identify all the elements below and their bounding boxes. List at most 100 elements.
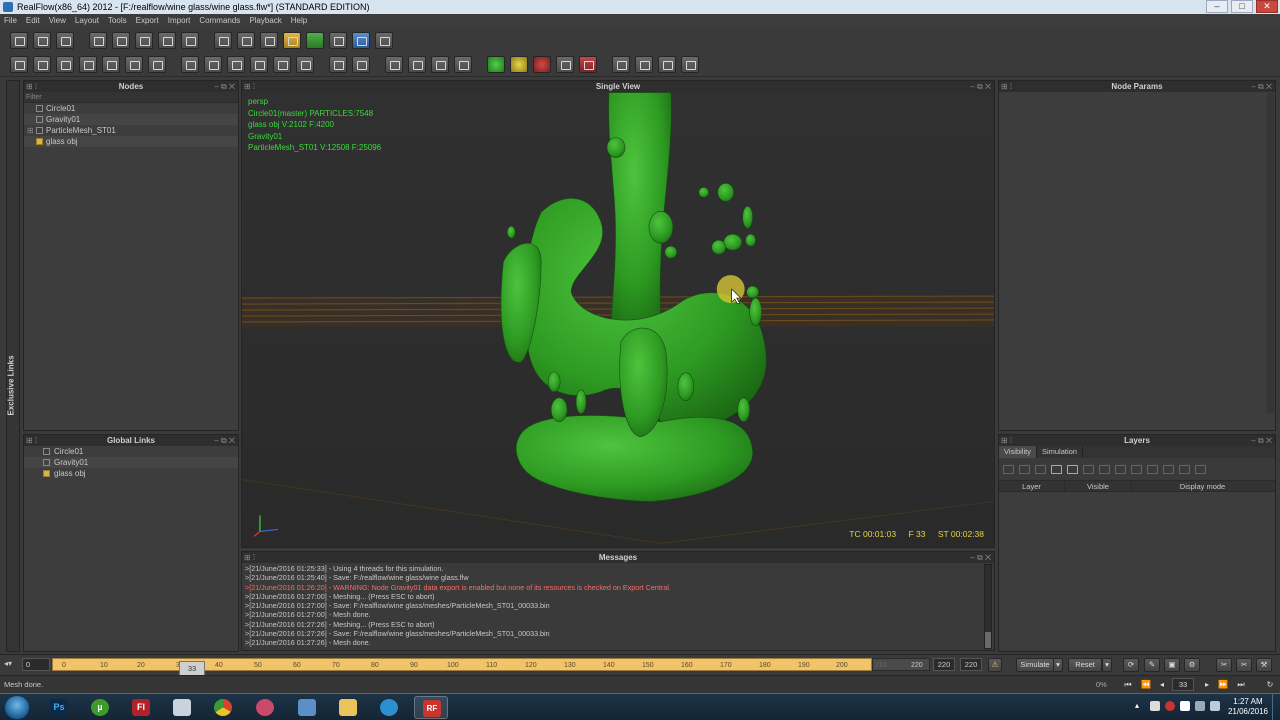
loop-icon[interactable]: ↻ <box>1264 678 1276 691</box>
node-item-circle01[interactable]: Circle01 <box>24 103 238 114</box>
scrollbar-thumb[interactable] <box>985 632 991 648</box>
menu-edit[interactable]: Edit <box>26 14 40 27</box>
close-button[interactable]: ✕ <box>1256 0 1278 13</box>
export-green-icon[interactable] <box>556 55 574 73</box>
camera-icon[interactable] <box>329 31 347 49</box>
simulate-button[interactable]: Simulate <box>1016 658 1054 672</box>
layout-icon-4[interactable] <box>79 55 97 73</box>
taskbar-photoshop[interactable]: Ps <box>42 696 76 719</box>
render-icon[interactable]: ▣ <box>1164 658 1180 672</box>
curve-icon[interactable] <box>204 55 222 73</box>
step-back-icon[interactable]: ⏪ <box>1140 678 1152 691</box>
add-to-layer-icon[interactable] <box>1019 464 1030 474</box>
taskbar-explorer[interactable] <box>331 696 365 719</box>
scale-tool-icon[interactable] <box>158 31 176 49</box>
wave-icon[interactable] <box>352 31 370 49</box>
render-icon-2[interactable] <box>635 55 653 73</box>
settings-icon[interactable]: ⚙ <box>1184 658 1200 672</box>
panel-controls-icon[interactable]: – ⧉ ✕ <box>970 552 991 563</box>
taskbar-flash[interactable]: Fl <box>124 696 158 719</box>
tools-icon[interactable] <box>296 55 314 73</box>
current-frame-field[interactable]: 33 <box>1172 678 1194 691</box>
node-params-scrollbar[interactable] <box>1267 93 1274 413</box>
node-item-gravity01[interactable]: Gravity01 <box>24 114 238 125</box>
node-item-particlemesh[interactable]: ⊞ ParticleMesh_ST01 <box>24 125 238 136</box>
select-tool-icon[interactable] <box>89 31 107 49</box>
single-view-viewport[interactable]: ⊞ ⁞ Single View – ⧉ ✕ persp Circle01(mas… <box>241 80 995 548</box>
layer-options-icon[interactable] <box>1067 464 1078 474</box>
timeline-ruler[interactable]: 0 10 20 30 40 50 60 70 80 90 100 110 120… <box>52 658 872 676</box>
tray-flag-icon[interactable] <box>1180 701 1190 711</box>
gear-icon[interactable] <box>250 55 268 73</box>
render-icon-1[interactable] <box>612 55 630 73</box>
layer-tool-icon[interactable] <box>1179 464 1190 474</box>
tool-icon-c[interactable]: ⚒ <box>1256 658 1272 672</box>
layout-icon-7[interactable] <box>148 55 166 73</box>
timeline-start-field[interactable]: 0 <box>22 658 50 671</box>
layout-icon-6[interactable] <box>125 55 143 73</box>
menu-layout[interactable]: Layout <box>75 14 99 27</box>
node-item-glass-obj[interactable]: glass obj <box>24 136 238 147</box>
snap-tool-icon[interactable] <box>181 31 199 49</box>
object-icon[interactable] <box>260 31 278 49</box>
messages-scrollbar[interactable] <box>984 564 992 649</box>
save-scene-icon[interactable] <box>56 31 74 49</box>
refresh-icon[interactable]: ⟳ <box>1123 658 1139 672</box>
layout-icon-1[interactable] <box>10 55 28 73</box>
export-red-icon[interactable] <box>579 55 597 73</box>
panel-grip-icon[interactable]: ⊞ ⁞ <box>1001 81 1012 92</box>
panel-grip-icon[interactable]: ⊞ ⁞ <box>1001 435 1012 446</box>
taskbar-realflow[interactable]: RF <box>414 696 448 719</box>
reset-button[interactable]: Reset <box>1068 658 1102 672</box>
panel-grip-icon[interactable]: ⊞ ⁞ <box>26 435 37 446</box>
layer-tool-icon[interactable] <box>1163 464 1174 474</box>
view-icon-1[interactable] <box>329 55 347 73</box>
layer-tool-icon[interactable] <box>1147 464 1158 474</box>
cube-icon[interactable] <box>283 31 301 49</box>
script-icon[interactable] <box>181 55 199 73</box>
link-item-circle01[interactable]: Circle01 <box>24 446 238 457</box>
open-scene-icon[interactable] <box>33 31 51 49</box>
column-layer[interactable]: Layer <box>999 481 1065 491</box>
layout-icon-3[interactable] <box>56 55 74 73</box>
taskbar-chrome[interactable] <box>206 696 240 719</box>
menu-tools[interactable]: Tools <box>108 14 127 27</box>
panel-icon-3[interactable] <box>431 55 449 73</box>
menu-help[interactable]: Help <box>291 14 307 27</box>
layer-tool-icon[interactable] <box>1131 464 1142 474</box>
tray-arrow-icon[interactable]: ▴ <box>1135 701 1145 711</box>
panel-controls-icon[interactable]: – ⧉ ✕ <box>214 81 235 92</box>
panel-grip-icon[interactable]: ⊞ ⁞ <box>244 81 255 92</box>
timeline-total-end-field[interactable]: 220 <box>960 658 982 671</box>
timeline-lock-icon[interactable]: ⚠ <box>988 658 1002 672</box>
minimize-button[interactable]: – <box>1206 0 1228 13</box>
menu-import[interactable]: Import <box>168 14 191 27</box>
timeline-range-end-field[interactable]: 220 <box>933 658 955 671</box>
layer-tool-icon[interactable] <box>1195 464 1206 474</box>
render-icon-3[interactable] <box>658 55 676 73</box>
tab-visibility[interactable]: Visibility <box>999 446 1037 458</box>
yellow-sphere-icon[interactable] <box>510 55 528 73</box>
tray-app-icon[interactable] <box>1150 701 1160 711</box>
nodes-filter-input[interactable]: Filter <box>24 92 238 103</box>
link-item-glass-obj[interactable]: glass obj <box>24 468 238 479</box>
taskbar-utorrent[interactable]: µ <box>83 696 117 719</box>
new-layer-icon[interactable] <box>1003 464 1014 474</box>
timeline-current-frame[interactable]: 33 <box>179 661 205 676</box>
layer-tool-icon[interactable] <box>1115 464 1126 474</box>
graph-icon[interactable] <box>227 55 245 73</box>
layer-tool-icon[interactable] <box>1083 464 1094 474</box>
tray-network-icon[interactable] <box>1195 701 1205 711</box>
link-item-gravity01[interactable]: Gravity01 <box>24 457 238 468</box>
layout-icon-2[interactable] <box>33 55 51 73</box>
tool-icon-b[interactable]: ✂ <box>1236 658 1252 672</box>
taskbar-clock[interactable]: 1:27 AM 21/06/2016 <box>1228 697 1268 717</box>
layer-tool-icon[interactable] <box>1099 464 1110 474</box>
taskbar-camera[interactable] <box>372 696 406 719</box>
viewport-scene[interactable] <box>242 92 994 548</box>
panel-icon-2[interactable] <box>408 55 426 73</box>
expand-icon[interactable]: ⊞ <box>27 125 34 136</box>
edit-icon[interactable]: ✎ <box>1144 658 1160 672</box>
go-to-end-icon[interactable]: ⏭ <box>1235 678 1247 691</box>
taskbar-monitor[interactable] <box>290 696 324 719</box>
